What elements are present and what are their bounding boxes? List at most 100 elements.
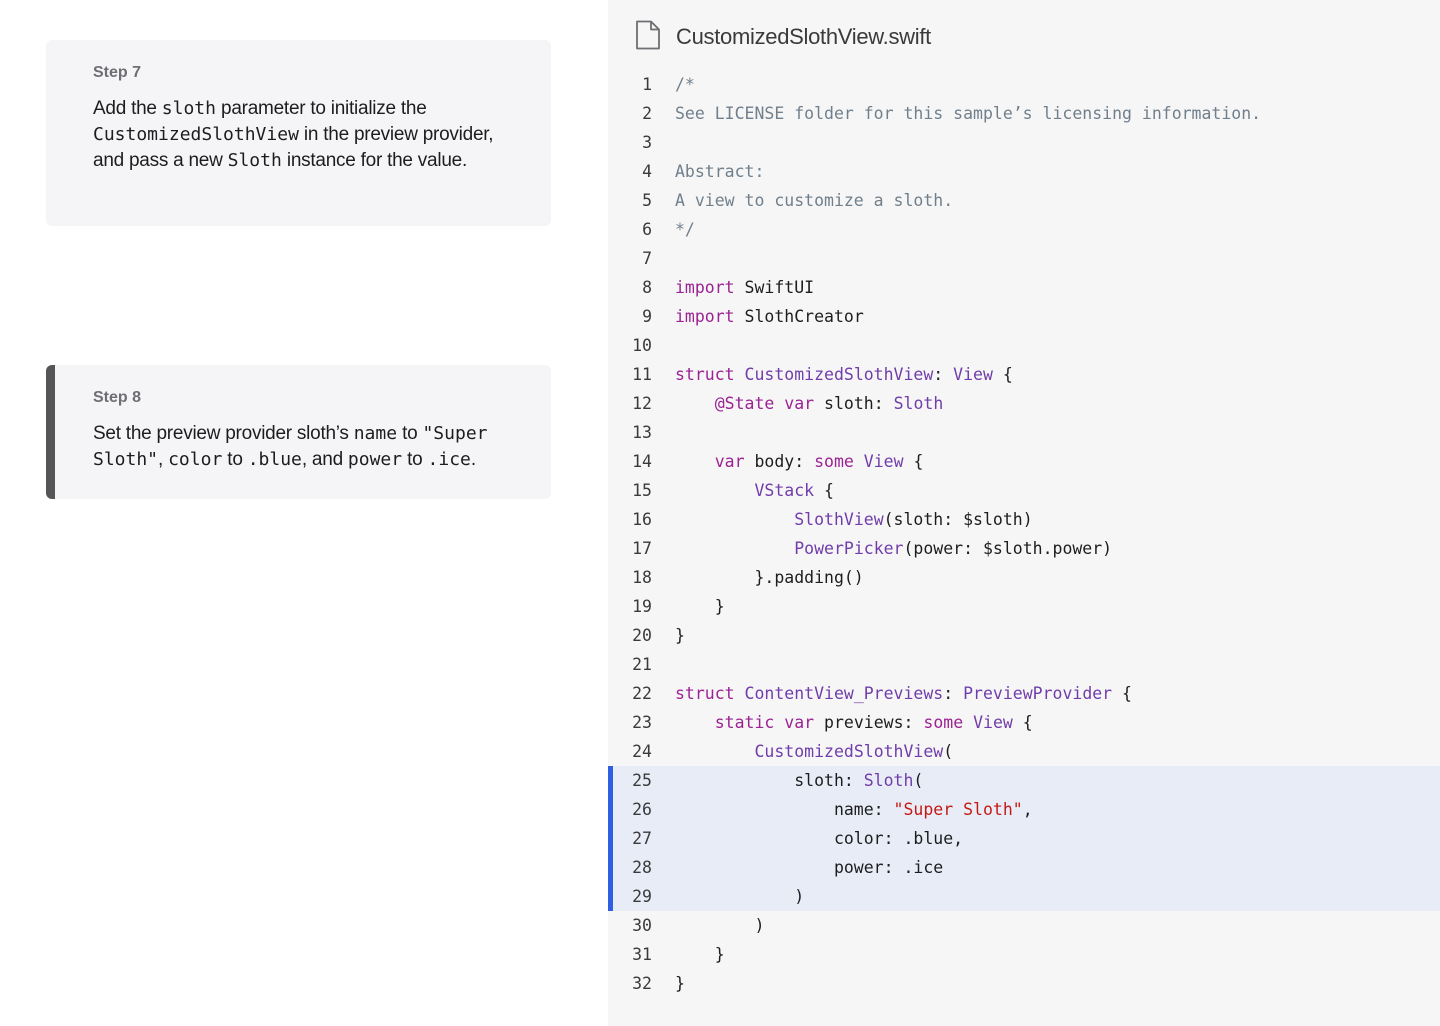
code-token: var [714,452,745,471]
code-token: some [814,452,854,471]
file-icon [636,20,660,50]
code-token: import [675,278,735,297]
code-token: { [992,365,1013,384]
code-line: 8 import SwiftUI [608,273,1440,302]
line-content: SlothView(sloth: $sloth) [675,505,1033,534]
code-token: } [675,974,685,993]
code-token: power: .ice [675,858,944,877]
line-number: 32 [632,974,652,993]
code-token: { [814,481,834,500]
line-number: 12 [632,394,652,413]
code-line: 22 struct ContentView_Previews: PreviewPr… [608,679,1440,708]
line-number: 26 [632,800,652,819]
line-content: name: "Super Sloth", [675,795,1033,824]
code-token: A view to customize a sloth. [675,191,954,210]
code-token: : [933,365,954,384]
line-number: 2 [642,104,652,123]
code-line: 10 [608,331,1440,360]
line-number: 4 [642,162,652,181]
code-line: 21 [608,650,1440,679]
code-token: PowerPicker [794,539,904,558]
code-line: 18 }.padding() [608,563,1440,592]
line-content: struct ContentView_Previews: PreviewProv… [675,679,1132,708]
code-token: sloth: [675,771,864,790]
step-title: Step 8 [93,389,142,406]
code-token: { [1012,713,1033,732]
text-run: to [222,449,248,470]
code-token: (power: $sloth.power) [903,539,1113,558]
line-content: static var previews: some View { [675,708,1033,737]
code-token: VStack [754,481,815,500]
code-token: body: [744,452,815,471]
code-token: (sloth: $sloth) [883,510,1033,529]
inline-code: .blue [247,449,302,470]
code-line: 19 } [608,592,1440,621]
line-content: sloth: Sloth( [675,766,923,795]
code-line: 26 name: "Super Sloth", [608,795,1440,824]
code-token: } [675,597,725,616]
text-run: , and [301,449,348,470]
line-content: color: .blue, [675,824,963,853]
code-token: "Super Sloth" [893,800,1023,819]
file-name: CustomizedSlothView.swift [676,24,931,49]
text-run: . [470,449,476,470]
code-token: Sloth [863,771,914,790]
inline-code: name [353,423,398,444]
code-token: View [973,713,1013,732]
code-line: 14 var body: some View { [608,447,1440,476]
inline-code: .ice [427,449,471,470]
line-content: @State var sloth: Sloth [675,389,944,418]
code-line: 25 sloth: Sloth( [608,766,1440,795]
line-number: 29 [632,887,652,906]
text-run: Set the preview provider sloth’s [93,423,354,444]
code-line: 30 ) [608,911,1440,940]
line-content: VStack { [675,476,834,505]
line-number: 19 [632,597,652,616]
code-token: View [953,365,993,384]
code-token: ContentView_Previews [744,684,944,703]
code-line: 5 A view to customize a sloth. [608,186,1440,215]
text-run: instance for the value. [281,150,467,171]
line-content: */ [675,215,695,244]
code-token: ) [675,916,765,935]
code-token: ( [913,771,924,790]
file-header: CustomizedSlothView.swift [608,0,1440,72]
code-token: import [675,307,735,326]
code-token: See LICENSE folder for this sample’s lic… [675,104,1262,123]
step-card-8[interactable]: Step 8 Set the preview provider sloth’s … [46,365,551,499]
line-number: 9 [642,307,652,326]
line-number: 7 [642,249,652,268]
code-line: 9 import SlothCreator [608,302,1440,331]
code-line: 32} [608,969,1440,998]
line-number: 31 [632,945,652,964]
code-token: /* [675,75,695,94]
code-line: 28 power: .ice [608,853,1440,882]
code-token: some [923,713,964,732]
line-content: } [675,969,685,998]
step-card-7[interactable]: Step 7 Add the sloth parameter to initia… [46,40,551,226]
code-token: , [1022,800,1033,819]
code-line: 17 PowerPicker(power: $sloth.power) [608,534,1440,563]
code-token: @State [714,394,775,413]
line-content: power: .ice [675,853,943,882]
code-line: 7 [608,244,1440,273]
line-number: 24 [632,742,652,761]
code-line: 6 */ [608,215,1440,244]
code-token: Sloth [893,394,944,413]
line-number: 25 [632,771,652,790]
code-lines: 1 /* 2 See LICENSE folder for this sample’s… [608,70,1440,998]
code-line: 24 CustomizedSlothView( [608,737,1440,766]
code-token: var [784,394,815,413]
line-number: 14 [632,452,652,471]
code-token: SlothCreator [734,307,864,326]
